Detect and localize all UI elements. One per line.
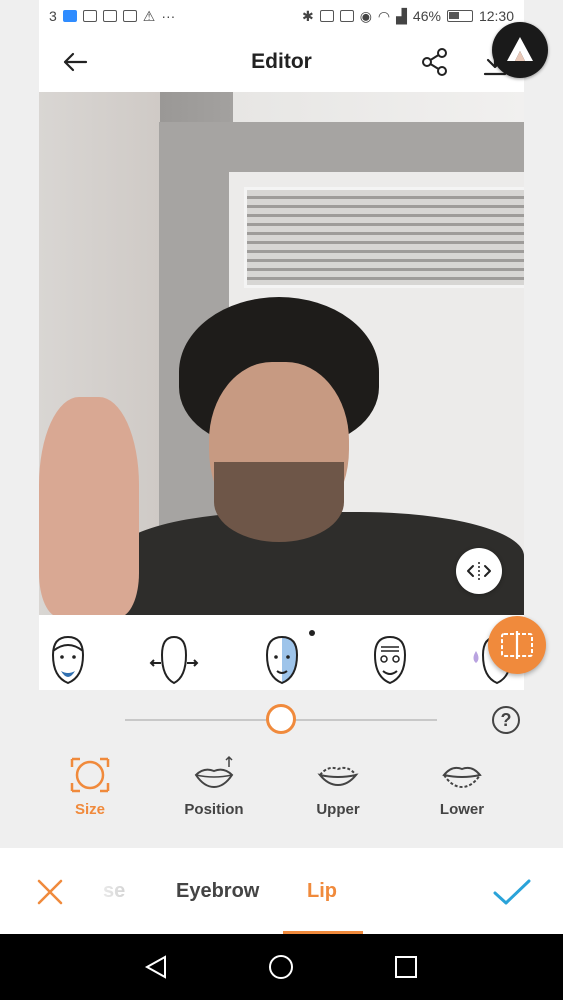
bluetooth-icon: ✱ <box>301 7 314 24</box>
face-preset-strip <box>39 615 524 690</box>
upper-lip-icon <box>317 766 359 787</box>
back-button[interactable] <box>59 46 91 78</box>
photo-hand <box>39 397 139 615</box>
status-bar: 3 ⚠ ··· ✱ ◉ ◠ ▟ 46% 12:30 <box>39 0 524 32</box>
editor-screen: 3 ⚠ ··· ✱ ◉ ◠ ▟ 46% 12:30 Editor ? Size … <box>0 0 563 1000</box>
signal-icon: ▟ <box>396 7 407 24</box>
clock: 12:30 <box>478 8 514 24</box>
page-title: Editor <box>251 50 312 73</box>
lip-position-icon <box>194 755 234 789</box>
preset-aged-face[interactable] <box>365 633 415 687</box>
square-recents-icon <box>395 956 417 978</box>
half-face-icon <box>265 635 299 685</box>
size-icon <box>70 757 110 793</box>
tool-position-label: Position <box>184 801 244 818</box>
tool-upper-label: Upper <box>316 801 360 818</box>
close-icon <box>37 879 63 905</box>
aged-face-icon <box>373 635 407 685</box>
bearded-face-icon <box>51 635 85 685</box>
airbrush-logo-icon <box>507 37 533 61</box>
share-button[interactable] <box>419 44 451 80</box>
cancel-button[interactable] <box>30 872 70 912</box>
eye-icon: ◉ <box>359 7 372 24</box>
app-logo[interactable] <box>492 22 548 78</box>
checkmark-icon <box>493 879 531 905</box>
status-left: 3 ⚠ ··· <box>39 8 175 25</box>
preset-indicator-dot <box>309 630 315 636</box>
arrow-left-icon <box>63 52 88 72</box>
battery-icon <box>446 10 473 22</box>
compare-button[interactable] <box>456 548 502 594</box>
photo-beard <box>214 462 344 542</box>
notification-count: 3 <box>49 8 57 24</box>
wifi-icon: ◠ <box>377 7 391 24</box>
help-button[interactable]: ? <box>492 706 520 734</box>
app-bar: Editor <box>39 32 524 92</box>
intensity-slider-thumb[interactable] <box>266 704 296 734</box>
warning-icon: ⚠ <box>142 7 156 24</box>
tool-position[interactable]: Position <box>164 755 264 825</box>
tab-fade <box>80 848 130 934</box>
tool-lower[interactable]: Lower <box>412 755 512 825</box>
triangle-back-icon <box>144 955 166 979</box>
battery-percent: 46% <box>412 8 441 24</box>
game-icon <box>122 10 137 22</box>
circle-home-icon <box>269 955 293 979</box>
preset-half-face[interactable] <box>257 633 307 687</box>
preset-bearded-face[interactable] <box>43 633 93 687</box>
nav-recents-button[interactable] <box>391 952 421 982</box>
lower-lip-icon <box>442 766 482 789</box>
share-icon <box>422 48 447 76</box>
nav-back-button[interactable] <box>141 952 171 982</box>
confirm-button[interactable] <box>490 872 534 912</box>
photo-vent <box>244 187 524 288</box>
tool-size-label: Size <box>74 801 105 818</box>
nfc-icon <box>319 10 334 22</box>
tab-lip[interactable]: Lip <box>307 880 337 903</box>
tool-upper[interactable]: Upper <box>288 755 388 825</box>
face-width-icon <box>149 635 199 685</box>
vibrate-icon <box>339 10 354 22</box>
photo-canvas[interactable] <box>39 92 524 615</box>
split-view-button[interactable] <box>488 616 546 674</box>
more-notifications: ··· <box>161 8 176 24</box>
tool-lower-label: Lower <box>439 801 485 818</box>
incognito-icon <box>102 10 117 22</box>
status-right: ✱ ◉ ◠ ▟ 46% 12:30 <box>302 8 524 25</box>
system-nav-bar <box>0 934 563 1000</box>
feature-bar: se Eyebrow Lip <box>0 848 563 934</box>
preset-face-width[interactable] <box>149 633 199 687</box>
shield-icon <box>62 10 77 22</box>
activity-icon <box>82 10 97 22</box>
nav-home-button[interactable] <box>266 952 296 982</box>
tab-eyebrow[interactable]: Eyebrow <box>176 880 259 903</box>
split-view-icon <box>501 631 533 659</box>
tool-size[interactable]: Size <box>40 755 140 825</box>
compare-icon <box>467 562 491 580</box>
